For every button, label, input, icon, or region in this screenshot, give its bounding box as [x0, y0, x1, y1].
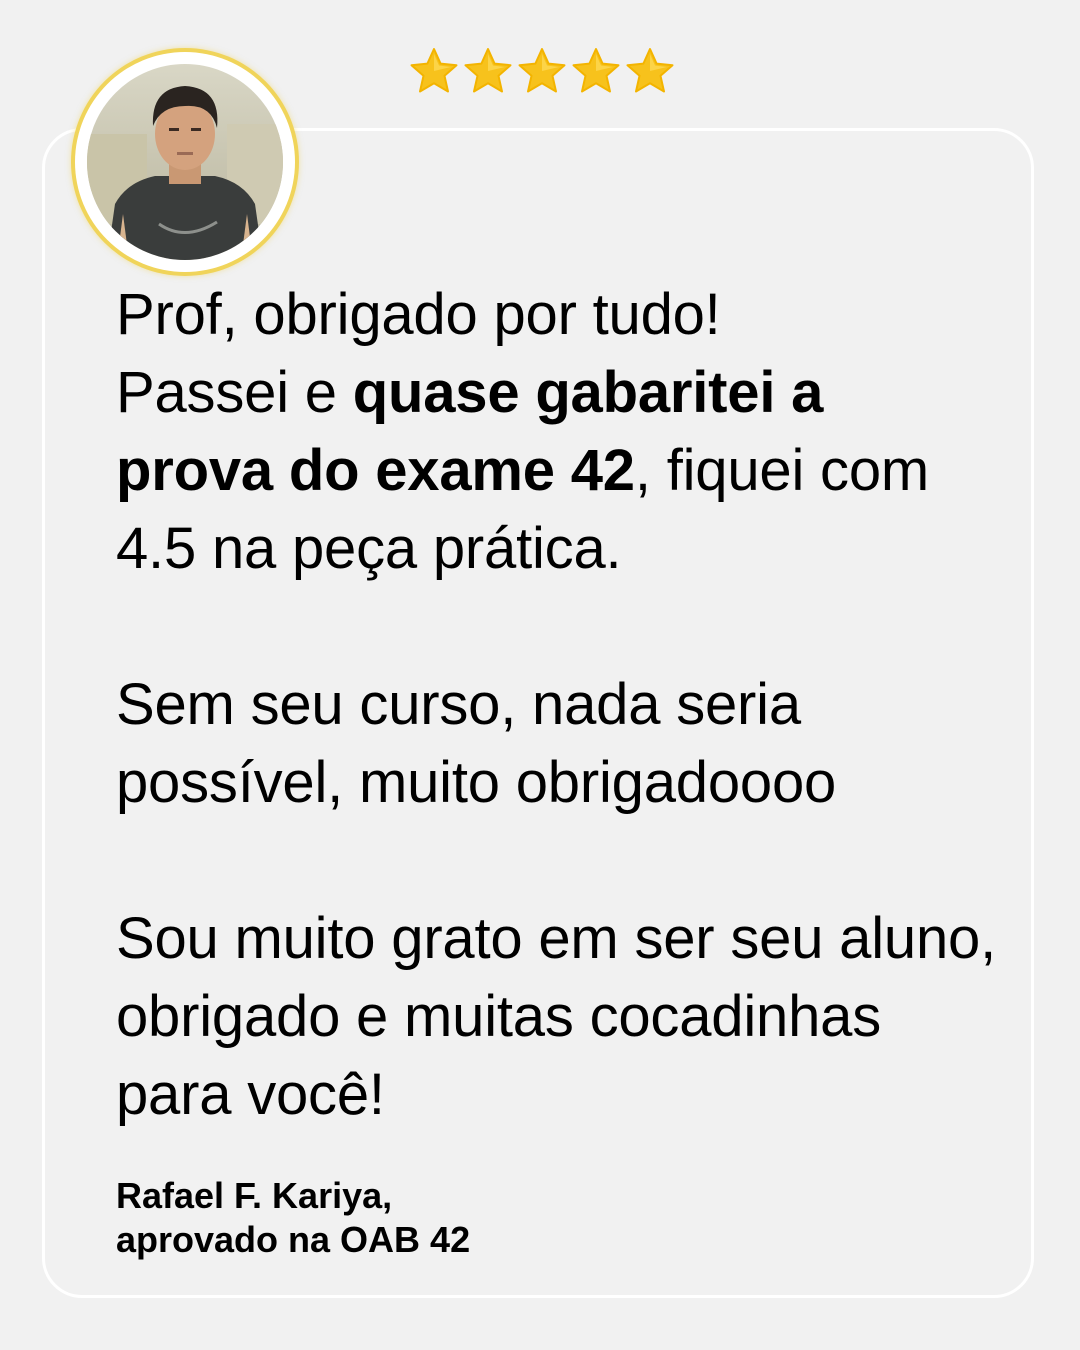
rating-stars: [408, 46, 676, 96]
author-status: aprovado na OAB 42: [116, 1219, 471, 1260]
testimonial-paragraph-3: Sou muito grato em ser seu aluno, obriga…: [116, 906, 996, 1127]
testimonial-paragraph-2: Sem seu curso, nada seria possível, muit…: [116, 672, 837, 815]
testimonial-line: Prof, obrigado por tudo!: [116, 282, 721, 347]
author-name: Rafael F. Kariya,: [116, 1175, 393, 1216]
star-icon: [410, 48, 458, 93]
author-signature: Rafael F. Kariya, aprovado na OAB 42: [116, 1174, 470, 1262]
testimonial-paragraph-1: Prof, obrigado por tudo! Passei e quase g…: [116, 276, 996, 588]
testimonial-text: Prof, obrigado por tudo! Passei e quase g…: [116, 276, 996, 1134]
person-photo-icon: [87, 64, 283, 260]
avatar: [75, 52, 295, 272]
star-icon: [572, 48, 620, 93]
star-icon: [518, 48, 566, 93]
star-icon: [626, 48, 674, 93]
star-icon: [464, 48, 512, 93]
testimonial-text-regular: Passei e: [116, 360, 353, 425]
